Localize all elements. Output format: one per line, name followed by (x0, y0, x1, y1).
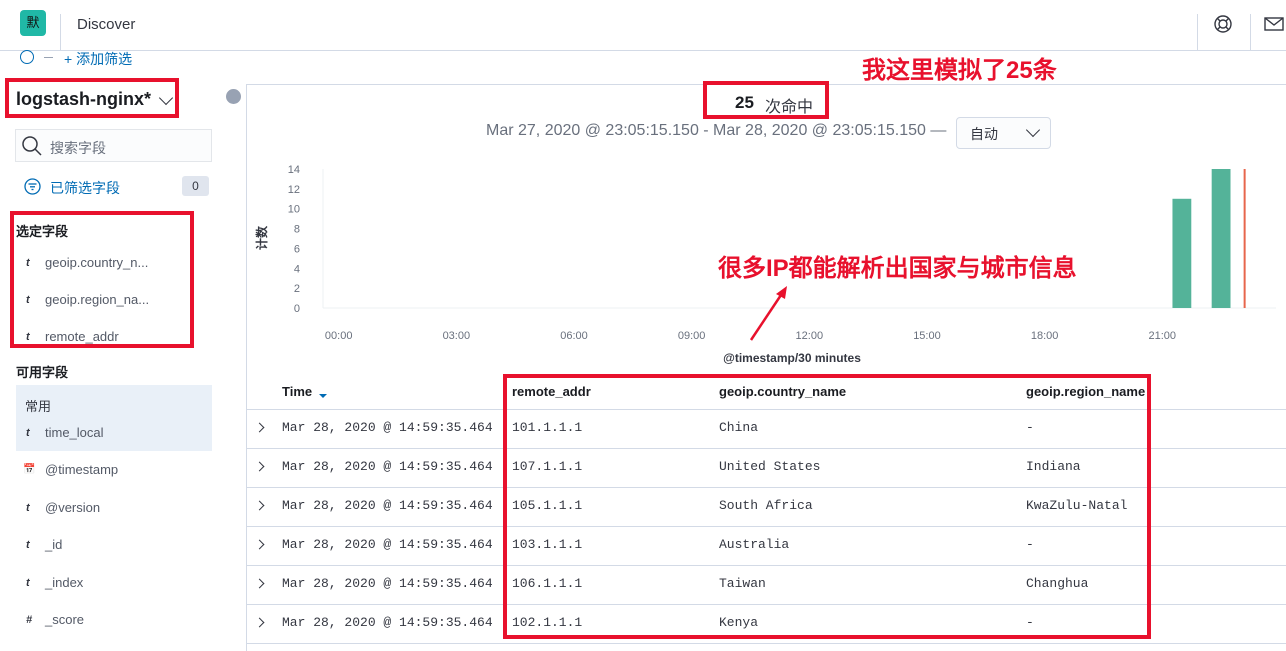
x-tick-label: 18:00 (1031, 330, 1059, 342)
x-tick-label: 15:00 (913, 330, 941, 342)
x-tick-label: 00:00 (325, 330, 353, 342)
column-header-time[interactable]: Time (282, 384, 312, 399)
annotation-box-selected-fields (10, 211, 194, 348)
field-item[interactable]: t @version (16, 493, 212, 523)
collapse-sidebar-button[interactable] (226, 89, 241, 104)
annotation-box-table (503, 374, 1151, 639)
top-header (0, 0, 1286, 51)
annotation-mid-note: 很多IP都能解析出国家与城市信息 (718, 255, 1077, 282)
y-tick-label: 2 (294, 283, 300, 295)
date-type-icon: 📅 (23, 464, 36, 475)
x-tick-label: 21:00 (1149, 330, 1177, 342)
string-type-icon: t (26, 539, 30, 551)
x-tick-label: 09:00 (678, 330, 706, 342)
table-cell-time: Mar 28, 2020 @ 14:59:35.464 (282, 498, 493, 513)
y-tick-label: 14 (288, 164, 300, 176)
table-cell-time: Mar 28, 2020 @ 14:59:35.464 (282, 459, 493, 474)
filter-divider (44, 57, 53, 58)
filtered-fields-count-badge: 0 (182, 176, 209, 196)
string-type-icon: t (26, 502, 30, 514)
y-tick-label: 10 (288, 204, 300, 216)
annotation-top-note: 我这里模拟了25条 (862, 57, 1057, 84)
annotation-arrow (749, 286, 787, 341)
field-name: _score (45, 612, 85, 627)
table-cell-time: Mar 28, 2020 @ 14:59:35.464 (282, 576, 493, 591)
page-title: Discover (77, 16, 136, 33)
time-range-text: Mar 27, 2020 @ 23:05:15.150 - Mar 28, 20… (486, 122, 947, 139)
field-search-placeholder: 搜索字段 (50, 140, 106, 156)
y-tick-label: 0 (294, 303, 300, 315)
x-tick-label: 12:00 (796, 330, 824, 342)
field-name: _id (45, 537, 63, 552)
field-item[interactable]: t _id (16, 530, 212, 560)
field-name: @version (45, 500, 101, 515)
help-icon[interactable] (1209, 10, 1237, 38)
available-fields-title: 可用字段 (16, 365, 69, 380)
string-type-icon: t (26, 577, 30, 589)
field-item[interactable]: 📅 @timestamp (16, 455, 212, 485)
header-divider (1197, 14, 1198, 50)
field-name: time_local (45, 425, 104, 440)
y-tick-label: 4 (294, 263, 300, 275)
field-item[interactable]: t time_local (16, 418, 212, 448)
common-fields-title: 常用 (25, 399, 52, 414)
y-tick-label: 6 (294, 243, 300, 255)
y-tick-label: 12 (288, 184, 300, 196)
x-axis-label: @timestamp/30 minutes (723, 351, 861, 365)
field-name: _index (45, 575, 84, 590)
y-axis-label: 计数 (254, 225, 269, 250)
annotation-box-index (5, 78, 179, 118)
app-logo[interactable]: 默 (20, 10, 46, 36)
field-search-input[interactable] (15, 129, 212, 162)
x-tick-label: 06:00 (560, 330, 588, 342)
table-cell-time: Mar 28, 2020 @ 14:59:35.464 (282, 615, 493, 630)
header-divider (1250, 14, 1251, 50)
string-type-icon: t (26, 427, 30, 439)
sort-descending-icon[interactable] (318, 387, 328, 405)
field-item[interactable]: # _score (16, 605, 212, 635)
search-icon (22, 136, 44, 163)
table-cell-time: Mar 28, 2020 @ 14:59:35.464 (282, 537, 493, 552)
mail-icon[interactable] (1260, 10, 1286, 38)
add-filter-button[interactable]: + 添加筛选 (64, 49, 132, 69)
number-type-icon: # (26, 614, 33, 626)
filtered-fields-toggle[interactable]: 已筛选字段 (50, 178, 120, 198)
filter-icon (24, 178, 41, 200)
table-cell-time: Mar 28, 2020 @ 14:59:35.464 (282, 420, 493, 435)
interval-value: 自动 (970, 126, 998, 142)
field-item[interactable]: t _index (16, 568, 212, 598)
filter-options-icon[interactable] (20, 50, 34, 64)
header-divider (60, 14, 61, 50)
annotation-box-hits (703, 81, 829, 119)
field-name: @timestamp (45, 462, 119, 477)
histogram-bar (1211, 169, 1231, 308)
histogram-bar (1172, 198, 1192, 308)
y-tick-label: 8 (294, 224, 300, 236)
row-divider (246, 643, 1286, 644)
x-tick-label: 03:00 (443, 330, 471, 342)
